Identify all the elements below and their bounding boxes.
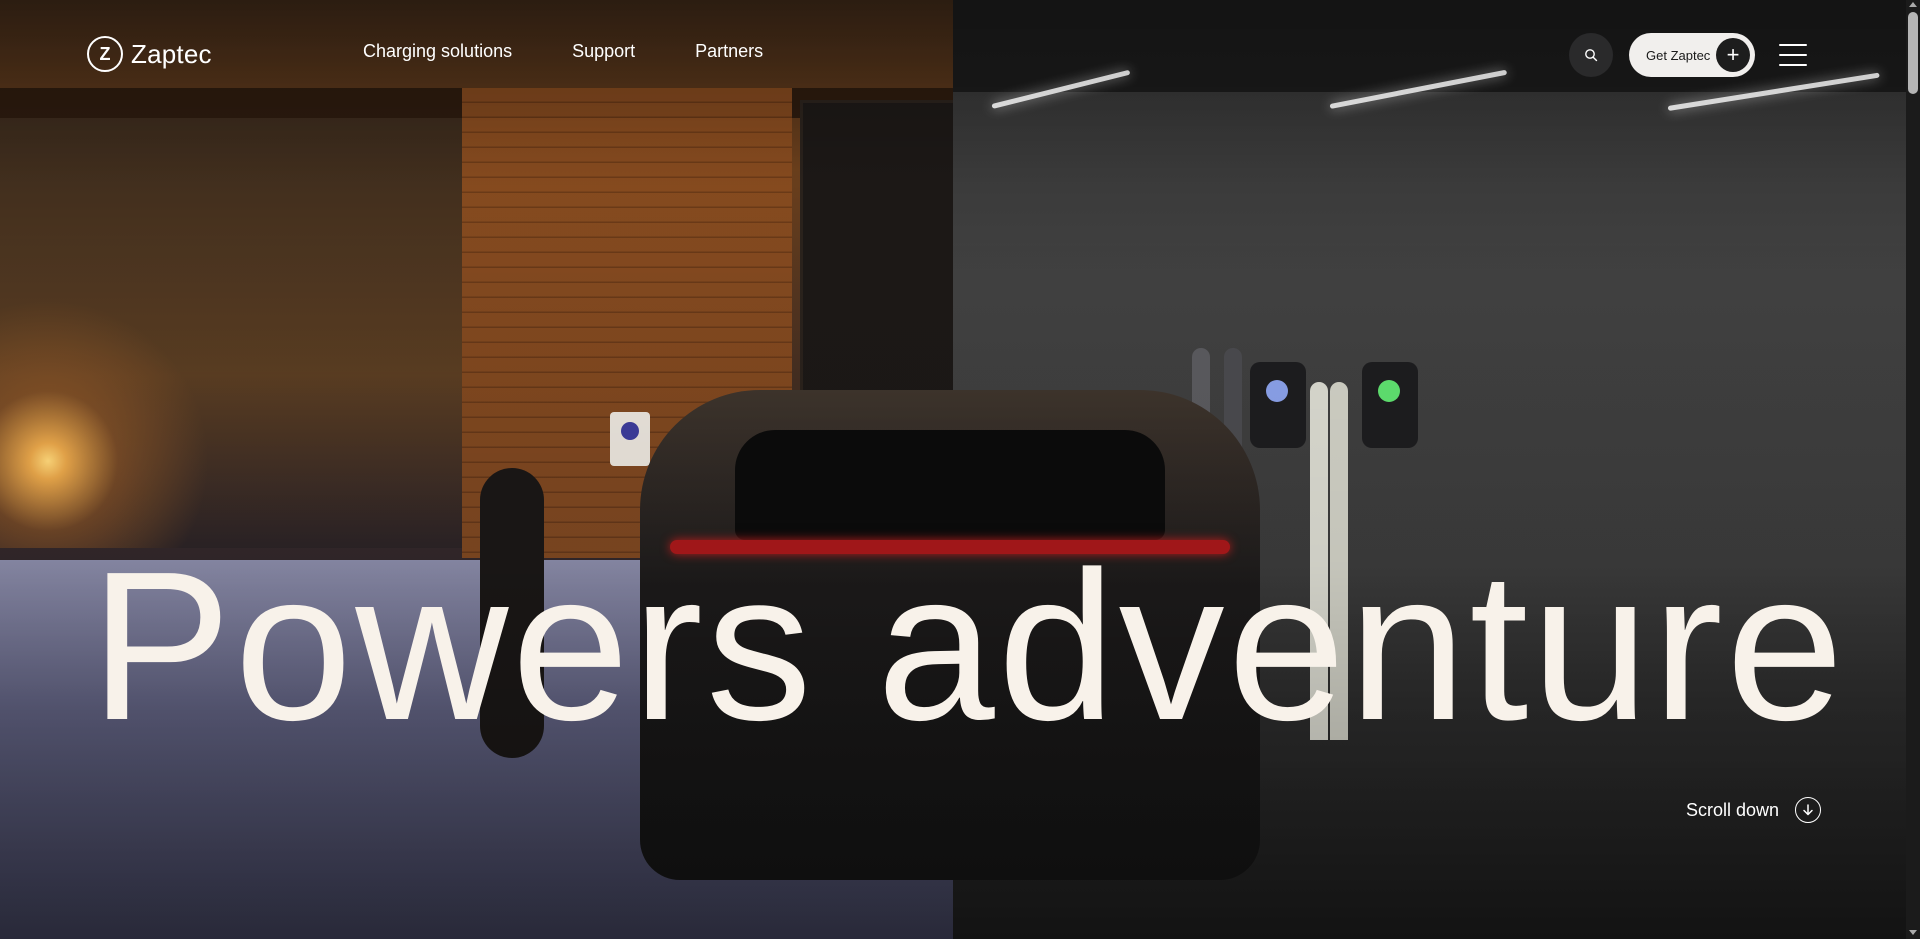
- scrollbar-up-arrow-icon[interactable]: [1909, 2, 1917, 7]
- zaptec-logo[interactable]: Z Zaptec: [87, 36, 212, 72]
- nav-charging-solutions[interactable]: Charging solutions: [363, 41, 512, 62]
- scroll-down-label: Scroll down: [1686, 799, 1780, 820]
- zaptec-logo-mark: Z: [87, 36, 123, 72]
- arrow-down-circle-icon: [1795, 797, 1822, 823]
- get-zaptec-button[interactable]: Get Zaptec +: [1629, 33, 1755, 77]
- nav-support[interactable]: Support: [572, 41, 635, 62]
- nav-partners[interactable]: Partners: [695, 41, 763, 62]
- hero-headline: Powers adventure: [90, 527, 1847, 764]
- get-zaptec-label: Get Zaptec: [1646, 47, 1711, 63]
- menu-line: [1779, 64, 1807, 66]
- scroll-down-link[interactable]: Scroll down: [1686, 797, 1822, 823]
- hamburger-menu-icon[interactable]: [1779, 44, 1807, 66]
- hero-overlay: [0, 0, 1906, 939]
- site-header: Z Zaptec Charging solutions Support Part…: [0, 0, 1906, 110]
- plus-icon: +: [1716, 38, 1750, 72]
- search-button[interactable]: [1569, 33, 1613, 77]
- main-nav: Charging solutions Support Partners: [363, 41, 763, 62]
- menu-line: [1779, 44, 1807, 46]
- scrollbar-down-arrow-icon[interactable]: [1909, 930, 1917, 935]
- page-scrollbar[interactable]: [1906, 0, 1920, 939]
- zaptec-logo-text: Zaptec: [131, 38, 212, 69]
- hero-section: Powers adventure Scroll down: [0, 0, 1906, 939]
- scrollbar-thumb[interactable]: [1908, 12, 1918, 94]
- menu-line: [1779, 54, 1807, 56]
- search-icon: [1585, 49, 1598, 62]
